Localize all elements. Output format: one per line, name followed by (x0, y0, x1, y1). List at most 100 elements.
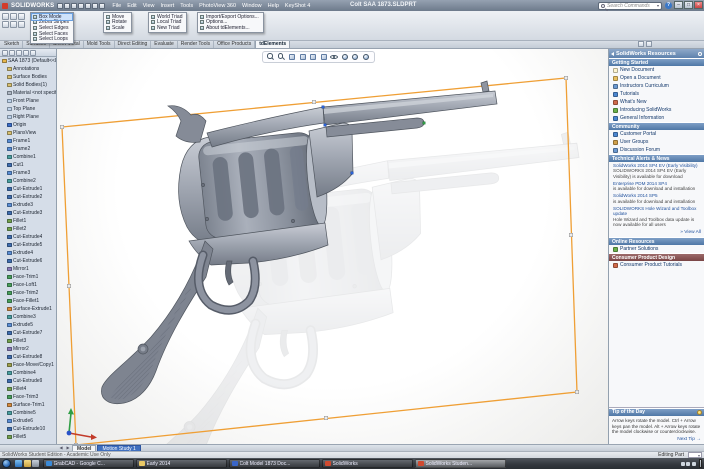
taskbar-window-button[interactable]: SolidWorks (322, 459, 413, 468)
view-tool-icon[interactable] (309, 53, 317, 61)
feature-panel-tab-icon[interactable] (9, 50, 15, 56)
quick-toolbar-icon[interactable] (71, 2, 78, 9)
news-item[interactable]: SolidWorks 2014 SP4 EV (Early Visibility… (613, 163, 702, 179)
feature-tree-item[interactable]: Top Plane (0, 105, 56, 113)
browser-icon[interactable] (15, 460, 22, 467)
tray-icon[interactable] (680, 461, 685, 466)
tray-icon[interactable] (691, 461, 696, 466)
feature-tree-item[interactable]: Front Plane (0, 97, 56, 105)
feature-panel-tab-icon[interactable] (16, 50, 22, 56)
quick-toolbar-icon[interactable] (92, 2, 99, 9)
toolbar-icon[interactable] (2, 13, 9, 20)
commandmanager-tab[interactable]: Mold Tools (84, 40, 115, 48)
feature-tree-item[interactable]: Cut-Extrude1 (0, 185, 56, 193)
view-tool-icon[interactable] (267, 53, 275, 61)
restore-button[interactable]: □ (684, 1, 693, 9)
feature-tree-item[interactable]: Cut-Extrude5 (0, 241, 56, 249)
feature-tree-item[interactable]: Combine4 (0, 369, 56, 377)
feature-tree-item[interactable]: Extrude3 (0, 201, 56, 209)
feature-tree-item[interactable]: Cut-Extrude9 (0, 377, 56, 385)
feature-tree-item[interactable]: Frame2 (0, 145, 56, 153)
menu-item[interactable]: Edit (126, 3, 137, 9)
pin-icon[interactable] (698, 51, 702, 56)
news-item[interactable]: SolidWorks 2014 SP5 is available for down… (613, 193, 702, 204)
task-pane-link[interactable]: Partner Solutions (609, 245, 704, 253)
feature-tree-item[interactable]: Extrude4 (0, 249, 56, 257)
app-icon[interactable] (32, 460, 39, 467)
show-desktop-button[interactable] (699, 459, 702, 468)
feature-tree-item[interactable]: Frame3 (0, 169, 56, 177)
toolbar-icon[interactable] (18, 13, 25, 20)
view-tool-icon[interactable] (341, 53, 349, 61)
next-tip-link[interactable]: Next Tip → (609, 437, 704, 444)
feature-tree-item[interactable]: Material <not specified> (0, 89, 56, 97)
chevron-down-icon[interactable]: ▾ (657, 3, 659, 8)
feature-tree-item[interactable]: Face-Trim3 (0, 393, 56, 401)
view-tool-icon[interactable] (288, 53, 296, 61)
menu-item[interactable]: Window (241, 3, 263, 9)
toolbar-icon[interactable] (10, 13, 17, 20)
view-tool-icon[interactable] (330, 53, 338, 61)
toolbar-icon[interactable] (10, 21, 17, 28)
feature-panel-tab-icon[interactable] (23, 50, 29, 56)
feature-panel-tab-icon[interactable] (30, 50, 36, 56)
task-pane-link[interactable]: Tutorials (609, 90, 704, 98)
view-tool-icon[interactable] (351, 53, 359, 61)
task-pane-link[interactable]: Discussion Forum (609, 146, 704, 154)
feature-tree-item[interactable]: PlansView (0, 129, 56, 137)
task-pane-link[interactable]: General Information (609, 114, 704, 122)
toolbar-icon[interactable] (18, 21, 25, 28)
view-all-link[interactable]: » View All (609, 230, 704, 237)
feature-tree-item[interactable]: Annotations (0, 65, 56, 73)
quick-toolbar-icon[interactable] (64, 2, 71, 9)
feature-tree-item[interactable]: Cut-Extrude6 (0, 257, 56, 265)
toolbar-icon[interactable] (2, 21, 9, 28)
feature-tree-item[interactable]: Combine2 (0, 177, 56, 185)
quick-toolbar-icon[interactable] (78, 2, 85, 9)
revolver-model[interactable] (101, 81, 497, 404)
status-dropdown[interactable]: ▾ (688, 452, 702, 458)
news-item[interactable]: Enterprise PDM 2014 SP4 is available for … (613, 181, 702, 192)
feature-tree-item[interactable]: Mirror2 (0, 345, 56, 353)
feature-tree-item[interactable]: Mirror1 (0, 265, 56, 273)
feature-tree-item[interactable]: Face-Loft1 (0, 281, 56, 289)
feature-tree-item[interactable]: Cut-Extrude4 (0, 233, 56, 241)
minimize-button[interactable]: – (674, 1, 683, 9)
view-tool-icon[interactable] (277, 53, 286, 61)
menu-item[interactable]: Insert (160, 3, 176, 9)
commandmanager-tab[interactable]: Evaluate (151, 40, 178, 48)
commandmanager-tab[interactable]: Render Tools (178, 40, 215, 48)
task-pane-link[interactable]: User Groups (609, 138, 704, 146)
feature-tree-item[interactable]: Origin (0, 121, 56, 129)
feature-tree-item[interactable]: Cut-Extrude3 (0, 209, 56, 217)
menu-item[interactable]: KeyShot 4 (284, 3, 311, 9)
taskbar-window-button[interactable]: GrabCAD - Google C... (43, 459, 134, 468)
taskbar-window-button[interactable]: Colt Model 1873 Doc... (229, 459, 320, 468)
feature-tree-item[interactable]: Extrude6 (0, 417, 56, 425)
feature-tree-item[interactable]: Extrude5 (0, 321, 56, 329)
taskbar-window-button[interactable]: Early 2014 (136, 459, 227, 468)
collapse-arrow-icon[interactable] (611, 51, 614, 56)
news-item[interactable]: SOLIDWORKS Hole Wizard and Toolbox updat… (613, 206, 702, 227)
commandmanager-tab[interactable]: Sketch (1, 40, 24, 48)
toolbar-toggle-icon[interactable] (646, 41, 652, 47)
quick-toolbar-icon[interactable] (85, 2, 92, 9)
task-pane-link[interactable]: Instructors Curriculum (609, 82, 704, 90)
toolbar-toggle-icon[interactable] (638, 41, 644, 47)
feature-tree-item[interactable]: Frame1 (0, 137, 56, 145)
feature-tree-item[interactable]: Fillet4 (0, 385, 56, 393)
view-tool-icon[interactable] (362, 53, 370, 61)
feature-tree-item[interactable]: Fillet2 (0, 225, 56, 233)
feature-tree-item[interactable]: Fillet1 (0, 217, 56, 225)
feature-tree-item[interactable]: Cut-Extrude10 (0, 425, 56, 433)
feature-tree-item[interactable]: Fillet3 (0, 337, 56, 345)
tray-icon[interactable] (686, 461, 690, 466)
task-pane-link[interactable]: Open a Document (609, 74, 704, 82)
feature-tree-item[interactable]: Face-Trim2 (0, 289, 56, 297)
view-tool-icon[interactable] (320, 53, 328, 61)
menu-item[interactable]: View (142, 3, 156, 9)
feature-tree-item[interactable]: Fillet5 (0, 433, 56, 441)
help-icon[interactable]: ? (665, 2, 672, 9)
feature-tree-item[interactable]: Face-Trim1 (0, 273, 56, 281)
feature-tree-item[interactable]: Face-Fillet1 (0, 297, 56, 305)
